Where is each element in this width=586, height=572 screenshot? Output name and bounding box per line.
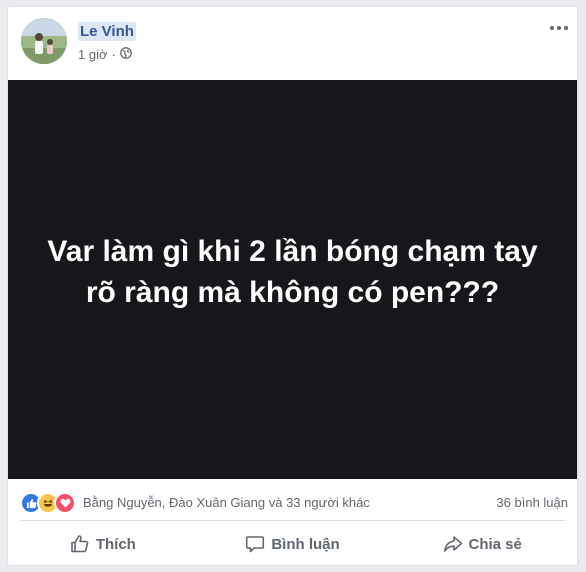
- thumbs-up-icon: [70, 534, 90, 554]
- share-button-label: Chia sẻ: [468, 535, 522, 553]
- share-icon: [443, 534, 463, 554]
- divider: [20, 520, 565, 521]
- more-options-icon[interactable]: [547, 21, 571, 35]
- love-reaction-icon: [54, 492, 76, 514]
- reaction-icons[interactable]: [20, 492, 76, 514]
- action-bar: Thích Bình luận Chia sẻ: [8, 524, 577, 564]
- avatar[interactable]: [21, 18, 67, 64]
- comment-button[interactable]: Bình luận: [198, 524, 388, 564]
- reactors-text[interactable]: Bằng Nguyễn, Đào Xuân Giang và 33 người …: [83, 495, 370, 510]
- share-button[interactable]: Chia sẻ: [387, 524, 577, 564]
- post-time[interactable]: 1 giờ: [78, 47, 108, 62]
- post-meta: 1 giờ ·: [78, 47, 132, 62]
- like-button-label: Thích: [95, 535, 136, 553]
- comment-icon: [245, 534, 265, 554]
- dot-separator: ·: [111, 47, 116, 62]
- globe-icon[interactable]: [119, 47, 132, 62]
- author-name[interactable]: Le Vinh: [78, 22, 136, 41]
- post-header: Le Vinh 1 giờ ·: [8, 7, 577, 81]
- reaction-stats: Bằng Nguyễn, Đào Xuân Giang và 33 người …: [8, 488, 577, 514]
- like-button[interactable]: Thích: [8, 524, 198, 564]
- comment-button-label: Bình luận: [271, 535, 340, 553]
- post-image-text: Var làm gì khi 2 lần bóng chạm tay rõ rà…: [47, 234, 538, 309]
- post-card: Le Vinh 1 giờ · Var làm gì khi 2 lần bón…: [7, 6, 578, 566]
- post-image[interactable]: Var làm gì khi 2 lần bóng chạm tay rõ rà…: [8, 80, 577, 479]
- comments-count[interactable]: 36 bình luận: [496, 495, 568, 510]
